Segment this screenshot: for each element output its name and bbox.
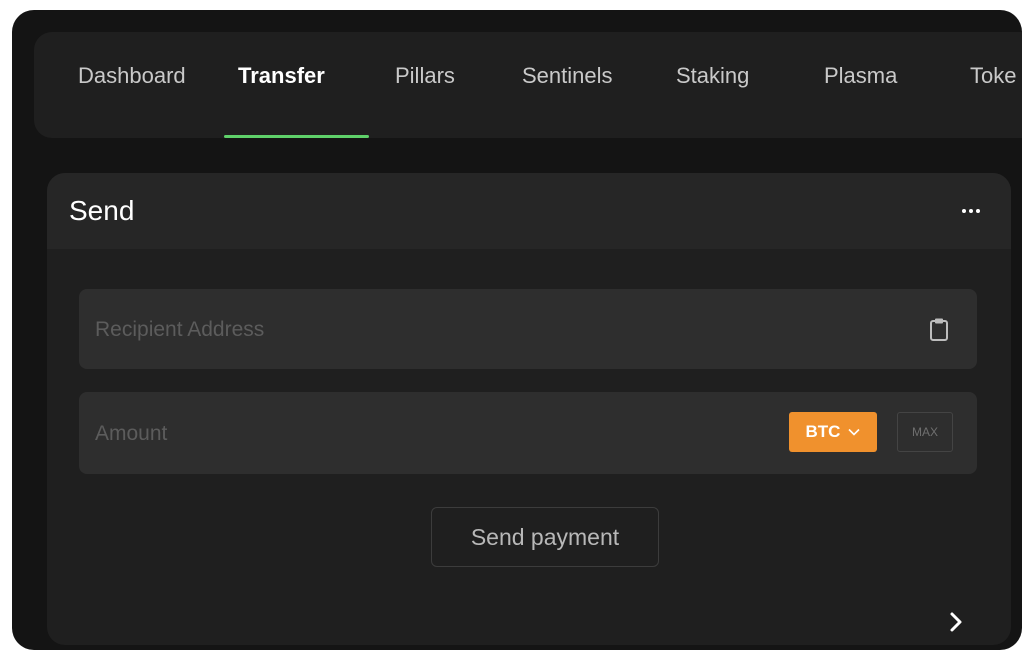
tab-dashboard[interactable]: Dashboard bbox=[78, 63, 186, 89]
send-panel-header: Send bbox=[47, 173, 1011, 249]
recipient-address-field bbox=[79, 289, 977, 371]
send-panel: Send BTC MAX Send paymen bbox=[47, 173, 1011, 645]
chevron-right-icon[interactable] bbox=[943, 609, 969, 635]
tab-transfer[interactable]: Transfer bbox=[238, 63, 325, 89]
chevron-down-icon bbox=[848, 428, 861, 436]
recipient-address-input[interactable] bbox=[93, 289, 697, 371]
tab-tokens[interactable]: Toke bbox=[970, 63, 1016, 89]
send-payment-button[interactable]: Send payment bbox=[431, 507, 659, 567]
panel-title: Send bbox=[69, 195, 135, 226]
active-tab-indicator bbox=[224, 135, 369, 138]
tab-sentinels[interactable]: Sentinels bbox=[522, 63, 613, 89]
tab-pillars[interactable]: Pillars bbox=[395, 63, 455, 89]
amount-input[interactable] bbox=[93, 392, 697, 476]
amount-field: BTC MAX bbox=[79, 392, 977, 476]
dot bbox=[976, 209, 980, 213]
tab-staking[interactable]: Staking bbox=[676, 63, 749, 89]
token-label: BTC bbox=[805, 422, 841, 441]
dot bbox=[962, 209, 966, 213]
more-options-icon[interactable] bbox=[955, 197, 987, 225]
dot bbox=[969, 209, 973, 213]
token-select[interactable]: BTC bbox=[789, 412, 877, 452]
tab-plasma[interactable]: Plasma bbox=[824, 63, 897, 89]
app-window: Dashboard Transfer Pillars Sentinels Sta… bbox=[12, 10, 1022, 650]
clipboard-icon[interactable] bbox=[927, 317, 951, 343]
max-button[interactable]: MAX bbox=[897, 412, 953, 452]
